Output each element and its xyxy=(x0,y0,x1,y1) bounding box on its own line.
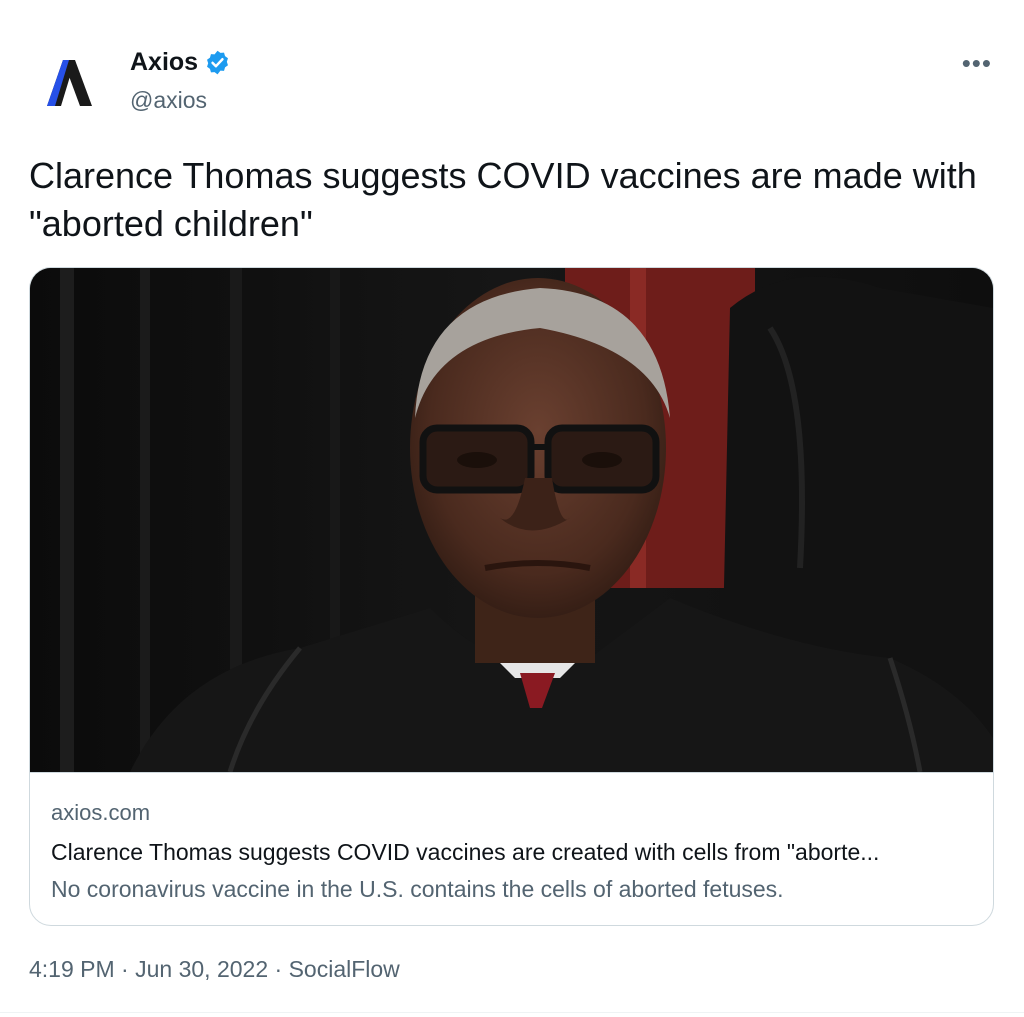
divider xyxy=(0,1012,1024,1013)
card-meta: axios.com Clarence Thomas suggests COVID… xyxy=(51,800,975,903)
author-handle[interactable]: @axios xyxy=(130,87,231,114)
author-block: Axios @axios xyxy=(130,48,231,114)
meta-separator: · xyxy=(274,956,283,982)
link-card[interactable]: axios.com Clarence Thomas suggests COVID… xyxy=(29,267,994,926)
card-title[interactable]: Clarence Thomas suggests COVID vaccines … xyxy=(51,839,975,866)
card-divider xyxy=(30,772,993,773)
tweet-meta: 4:19 PM · Jun 30, 2022 · SocialFlow xyxy=(29,956,400,983)
tweet-text: Clarence Thomas suggests COVID vaccines … xyxy=(29,155,977,244)
verified-badge-icon xyxy=(207,50,229,75)
tweet-source[interactable]: SocialFlow xyxy=(289,956,400,982)
card-image xyxy=(30,268,993,772)
axios-logo-icon xyxy=(47,60,92,106)
tweet-date[interactable]: Jun 30, 2022 xyxy=(135,956,268,982)
tweet-time[interactable]: 4:19 PM xyxy=(29,956,115,982)
more-options-icon[interactable]: ••• xyxy=(962,48,992,79)
author-avatar[interactable] xyxy=(30,44,108,122)
author-name[interactable]: Axios xyxy=(130,48,198,77)
card-description: No coronavirus vaccine in the U.S. conta… xyxy=(51,876,784,902)
meta-separator: · xyxy=(121,956,129,982)
tweet[interactable]: Axios @axios ••• Clarence Thomas suggest… xyxy=(0,0,1024,1017)
card-domain: axios.com xyxy=(51,800,151,825)
